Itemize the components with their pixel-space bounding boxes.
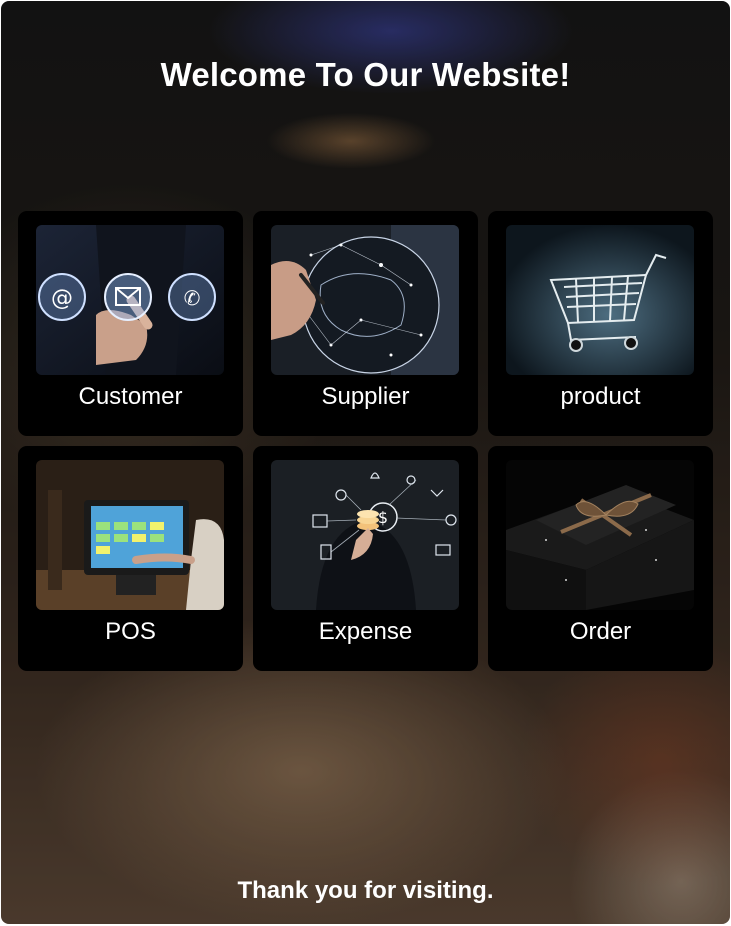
- product-card[interactable]: product: [488, 211, 713, 436]
- menu-grid: @ ✆ Customer Supplier product POS $ Expe…: [18, 211, 714, 671]
- supplier-label: Supplier: [321, 383, 410, 410]
- order-card[interactable]: Order: [488, 446, 713, 671]
- page-frame: Welcome To Our Website! @ ✆ Customer Sup…: [1, 1, 730, 924]
- pos-card[interactable]: POS: [18, 446, 243, 671]
- page-title: Welcome To Our Website!: [160, 56, 571, 93]
- footer-text: Thank you for visiting.: [237, 877, 494, 904]
- pos-label: POS: [105, 618, 156, 645]
- customer-contact-icon: @ ✆: [36, 225, 224, 375]
- svg-text:$: $: [378, 508, 388, 527]
- supplier-globe-icon: [271, 225, 459, 375]
- customer-card[interactable]: @ ✆ Customer: [18, 211, 243, 436]
- svg-text:@: @: [51, 286, 73, 311]
- order-label: Order: [569, 618, 632, 645]
- shopping-cart-icon: [506, 225, 694, 375]
- supplier-card[interactable]: Supplier: [253, 211, 478, 436]
- gift-box-icon: [506, 460, 694, 610]
- expense-dollar-icon: $: [271, 460, 459, 610]
- svg-text:✆: ✆: [184, 286, 201, 310]
- expense-card[interactable]: $ Expense: [253, 446, 478, 671]
- pos-terminal-icon: [36, 460, 224, 610]
- product-label: product: [560, 383, 641, 410]
- customer-label: Customer: [78, 383, 183, 410]
- expense-label: Expense: [318, 618, 413, 645]
